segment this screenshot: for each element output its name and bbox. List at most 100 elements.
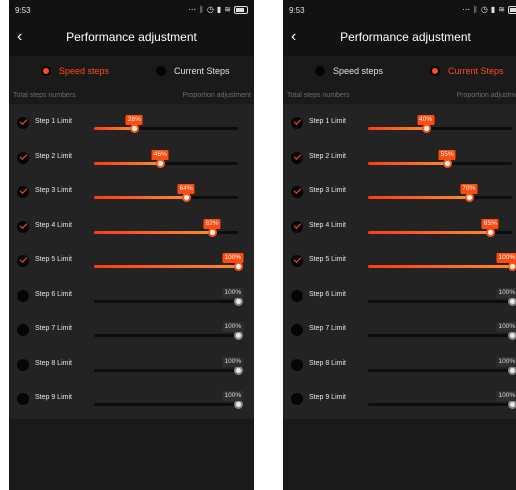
step-label: Step 1 Limit bbox=[309, 118, 346, 125]
step-label: Step 1 Limit bbox=[35, 118, 72, 125]
step-checkbox[interactable] bbox=[17, 255, 29, 267]
value-badge: 100% bbox=[496, 391, 516, 401]
slider-handle[interactable] bbox=[508, 262, 516, 271]
step-row: Step 4 Limit 82% bbox=[9, 208, 254, 242]
more-dots-icon: ⋯ bbox=[188, 5, 197, 14]
step-checkbox[interactable] bbox=[17, 324, 29, 336]
slider-handle[interactable] bbox=[208, 227, 218, 237]
step-row: Step 3 Limit 64% bbox=[9, 173, 254, 207]
step-checkbox[interactable] bbox=[17, 358, 29, 371]
step-slider[interactable]: 100% bbox=[94, 322, 244, 340]
step-checkbox[interactable] bbox=[17, 220, 29, 233]
step-checkbox[interactable] bbox=[17, 393, 29, 405]
step-label: Step 8 Limit bbox=[309, 359, 346, 367]
value-badge: 100% bbox=[496, 356, 516, 367]
step-slider[interactable]: 100% bbox=[368, 253, 516, 271]
step-label: Step 7 Limit bbox=[309, 325, 346, 332]
step-checkbox[interactable] bbox=[291, 358, 303, 371]
slider-fill bbox=[94, 265, 238, 268]
slider-handle[interactable] bbox=[508, 296, 516, 306]
step-checkbox[interactable] bbox=[17, 151, 29, 164]
step-slider[interactable]: 55% bbox=[368, 149, 512, 168]
step-row: Step 3 Limit 70% bbox=[283, 173, 516, 207]
step-slider[interactable]: 100% bbox=[94, 391, 244, 409]
step-slider[interactable]: 100% bbox=[94, 287, 244, 306]
slider-handle[interactable] bbox=[130, 124, 140, 133]
status-time: 9:53 bbox=[289, 6, 305, 15]
step-checkbox[interactable] bbox=[291, 220, 303, 233]
step-label: Step 3 Limit bbox=[309, 187, 346, 194]
step-row: Step 8 Limit 100% bbox=[283, 346, 516, 380]
step-slider[interactable]: 82% bbox=[94, 218, 238, 237]
slider-handle[interactable] bbox=[421, 124, 431, 133]
step-slider[interactable]: 85% bbox=[368, 218, 512, 237]
step-checkbox[interactable] bbox=[291, 186, 303, 198]
battery-icon bbox=[508, 5, 516, 14]
step-row: Step 1 Limit 28% bbox=[9, 104, 254, 138]
slider-handle[interactable] bbox=[508, 400, 516, 409]
slider-handle[interactable] bbox=[234, 262, 243, 271]
slider-handle[interactable] bbox=[156, 158, 166, 168]
step-slider[interactable]: 100% bbox=[368, 322, 516, 340]
slider-handle[interactable] bbox=[464, 193, 474, 202]
value-badge: 70% bbox=[460, 184, 478, 194]
step-label: Step 2 Limit bbox=[309, 152, 346, 160]
radio-icon bbox=[430, 66, 440, 76]
page-title: Performance adjustment bbox=[340, 30, 471, 44]
step-label: Step 4 Limit bbox=[309, 221, 346, 229]
step-checkbox[interactable] bbox=[291, 393, 303, 405]
value-badge: 100% bbox=[222, 391, 244, 401]
step-slider[interactable]: 100% bbox=[94, 253, 244, 271]
slider-handle[interactable] bbox=[182, 193, 192, 202]
value-badge: 100% bbox=[496, 322, 516, 332]
step-slider[interactable]: 46% bbox=[94, 149, 238, 168]
header-proportion: Proportion adjustment bbox=[182, 92, 251, 99]
step-label: Step 3 Limit bbox=[35, 187, 72, 194]
step-slider[interactable]: 70% bbox=[368, 184, 512, 202]
step-checkbox[interactable] bbox=[291, 289, 303, 302]
mode-speed-steps-label: Speed steps bbox=[59, 66, 110, 76]
step-row: Step 7 Limit 100% bbox=[9, 311, 254, 345]
signal-icon: ▮ bbox=[490, 5, 496, 14]
step-slider[interactable]: 100% bbox=[368, 287, 516, 306]
step-slider[interactable]: 100% bbox=[94, 356, 244, 375]
step-slider[interactable]: 28% bbox=[94, 115, 238, 133]
signal-icon: ▮ bbox=[216, 5, 222, 14]
step-label: Step 8 Limit bbox=[35, 359, 72, 367]
list-header: Total steps numbers Proportion adjustmen… bbox=[283, 88, 516, 104]
slider-handle[interactable] bbox=[443, 158, 453, 168]
mode-current-steps[interactable]: Current Steps bbox=[430, 66, 504, 76]
step-checkbox[interactable] bbox=[291, 255, 303, 267]
step-row: Step 2 Limit 46% bbox=[9, 139, 254, 173]
step-checkbox[interactable] bbox=[17, 186, 29, 198]
step-checkbox[interactable] bbox=[291, 117, 303, 129]
step-slider[interactable]: 64% bbox=[94, 184, 238, 202]
slider-handle[interactable] bbox=[486, 227, 496, 237]
step-slider[interactable]: 100% bbox=[368, 391, 516, 409]
step-checkbox[interactable] bbox=[291, 324, 303, 336]
bluetooth-icon: ᛒ bbox=[199, 5, 204, 14]
mode-selector: Speed steps Current Steps bbox=[9, 56, 254, 86]
mode-speed-steps[interactable]: Speed steps bbox=[41, 66, 109, 76]
status-time: 9:53 bbox=[15, 6, 31, 15]
step-checkbox[interactable] bbox=[17, 289, 29, 302]
mode-current-steps[interactable]: Current Steps bbox=[156, 66, 230, 76]
value-badge: 46% bbox=[151, 149, 169, 160]
wifi-icon: ≋ bbox=[224, 5, 231, 14]
slider-fill bbox=[94, 127, 135, 130]
mode-speed-steps[interactable]: Speed steps bbox=[315, 66, 383, 76]
step-row: Step 1 Limit 40% bbox=[283, 104, 516, 138]
more-dots-icon: ⋯ bbox=[462, 5, 471, 14]
slider-handle[interactable] bbox=[234, 365, 243, 375]
radio-icon bbox=[315, 66, 325, 76]
step-slider[interactable]: 40% bbox=[368, 115, 512, 133]
slider-handle[interactable] bbox=[234, 331, 243, 340]
step-checkbox[interactable] bbox=[17, 117, 29, 129]
slider-handle[interactable] bbox=[508, 331, 516, 340]
slider-handle[interactable] bbox=[508, 365, 516, 375]
step-checkbox[interactable] bbox=[291, 151, 303, 164]
slider-handle[interactable] bbox=[234, 296, 243, 306]
step-slider[interactable]: 100% bbox=[368, 356, 516, 375]
slider-handle[interactable] bbox=[234, 400, 243, 409]
radio-icon bbox=[41, 66, 51, 76]
